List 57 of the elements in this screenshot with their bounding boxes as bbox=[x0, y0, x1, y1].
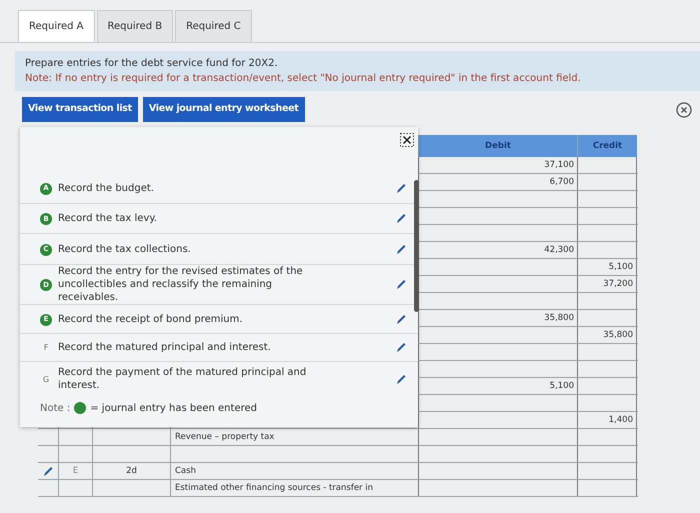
table-cell bbox=[577, 463, 637, 479]
transaction-letter: F bbox=[42, 342, 50, 354]
table-cell bbox=[577, 208, 637, 224]
transaction-text: Record the payment of the matured principal and interest. bbox=[58, 366, 308, 392]
table-cell: Cash bbox=[170, 463, 418, 479]
table-cell: E bbox=[58, 463, 92, 479]
pencil-icon[interactable] bbox=[396, 279, 406, 290]
instruction-text: Prepare entries for the debt service fund for 20X2. bbox=[25, 57, 279, 71]
table-cell bbox=[577, 344, 637, 360]
table-cell bbox=[577, 429, 637, 445]
transaction-item[interactable]: G Record the payment of the matured principal and interest. bbox=[20, 362, 418, 396]
close-icon[interactable] bbox=[400, 133, 414, 147]
table-cell bbox=[577, 446, 637, 462]
note-text: Note: If no entry is required for a transaction/event, select "No journal entry required" in the first account field. bbox=[25, 72, 582, 86]
tab[interactable]: Required B bbox=[96, 10, 174, 42]
transaction-text: Record the tax collections. bbox=[58, 242, 191, 256]
table-cell: 2d bbox=[92, 463, 170, 479]
table-cell bbox=[577, 174, 637, 190]
tab[interactable]: Required C bbox=[175, 10, 252, 42]
pencil-icon[interactable] bbox=[396, 244, 406, 254]
table-cell: 37,200 bbox=[577, 276, 637, 292]
pencil-icon[interactable] bbox=[396, 314, 406, 324]
note-legend: = journal entry has been entered bbox=[90, 400, 257, 416]
table-cell bbox=[577, 310, 637, 326]
table-cell bbox=[577, 395, 637, 411]
debit-header: Debit bbox=[418, 135, 577, 157]
table-cell bbox=[577, 361, 637, 377]
table-cell bbox=[577, 378, 637, 394]
close-icon[interactable] bbox=[676, 102, 692, 118]
table-cell bbox=[577, 480, 637, 496]
note-label: Note : bbox=[40, 402, 70, 416]
transaction-text: Record the tax levy. bbox=[58, 212, 157, 225]
view-button[interactable]: View transaction list bbox=[22, 97, 138, 122]
transaction-text: Record the receipt of bond premium. bbox=[58, 312, 243, 326]
view-button[interactable]: View journal entry worksheet bbox=[142, 97, 304, 122]
pencil-icon[interactable] bbox=[396, 182, 406, 194]
table-cell: 1,400 bbox=[577, 412, 637, 428]
table-cell: 35,800 bbox=[577, 327, 637, 343]
table-cell: 5,100 bbox=[577, 259, 637, 275]
table-cell bbox=[577, 293, 637, 309]
transaction-letter: G bbox=[42, 374, 50, 386]
transaction-text: Record the entry for the revised estimates of the uncollectibles and reclassify the remaining receivables. bbox=[58, 265, 304, 304]
tab[interactable]: Required A bbox=[18, 10, 95, 42]
transaction-text: Record the budget. bbox=[58, 182, 154, 194]
table-cell bbox=[577, 225, 637, 241]
table-cell: Revenue – property tax bbox=[170, 429, 418, 445]
pencil-icon[interactable] bbox=[43, 466, 53, 476]
table-cell bbox=[577, 242, 637, 258]
pencil-icon[interactable] bbox=[396, 342, 406, 353]
credit-header: Credit bbox=[577, 135, 637, 157]
pencil-icon[interactable] bbox=[396, 374, 406, 384]
transaction-item[interactable]: F Record the matured principal and interest. bbox=[20, 334, 418, 362]
pencil-icon[interactable] bbox=[396, 213, 406, 224]
table-cell bbox=[577, 191, 637, 207]
transaction-text: Record the matured principal and interest. bbox=[58, 341, 271, 354]
table-cell bbox=[577, 157, 637, 173]
table-cell: Estimated other financing sources - transfer in bbox=[170, 480, 418, 496]
